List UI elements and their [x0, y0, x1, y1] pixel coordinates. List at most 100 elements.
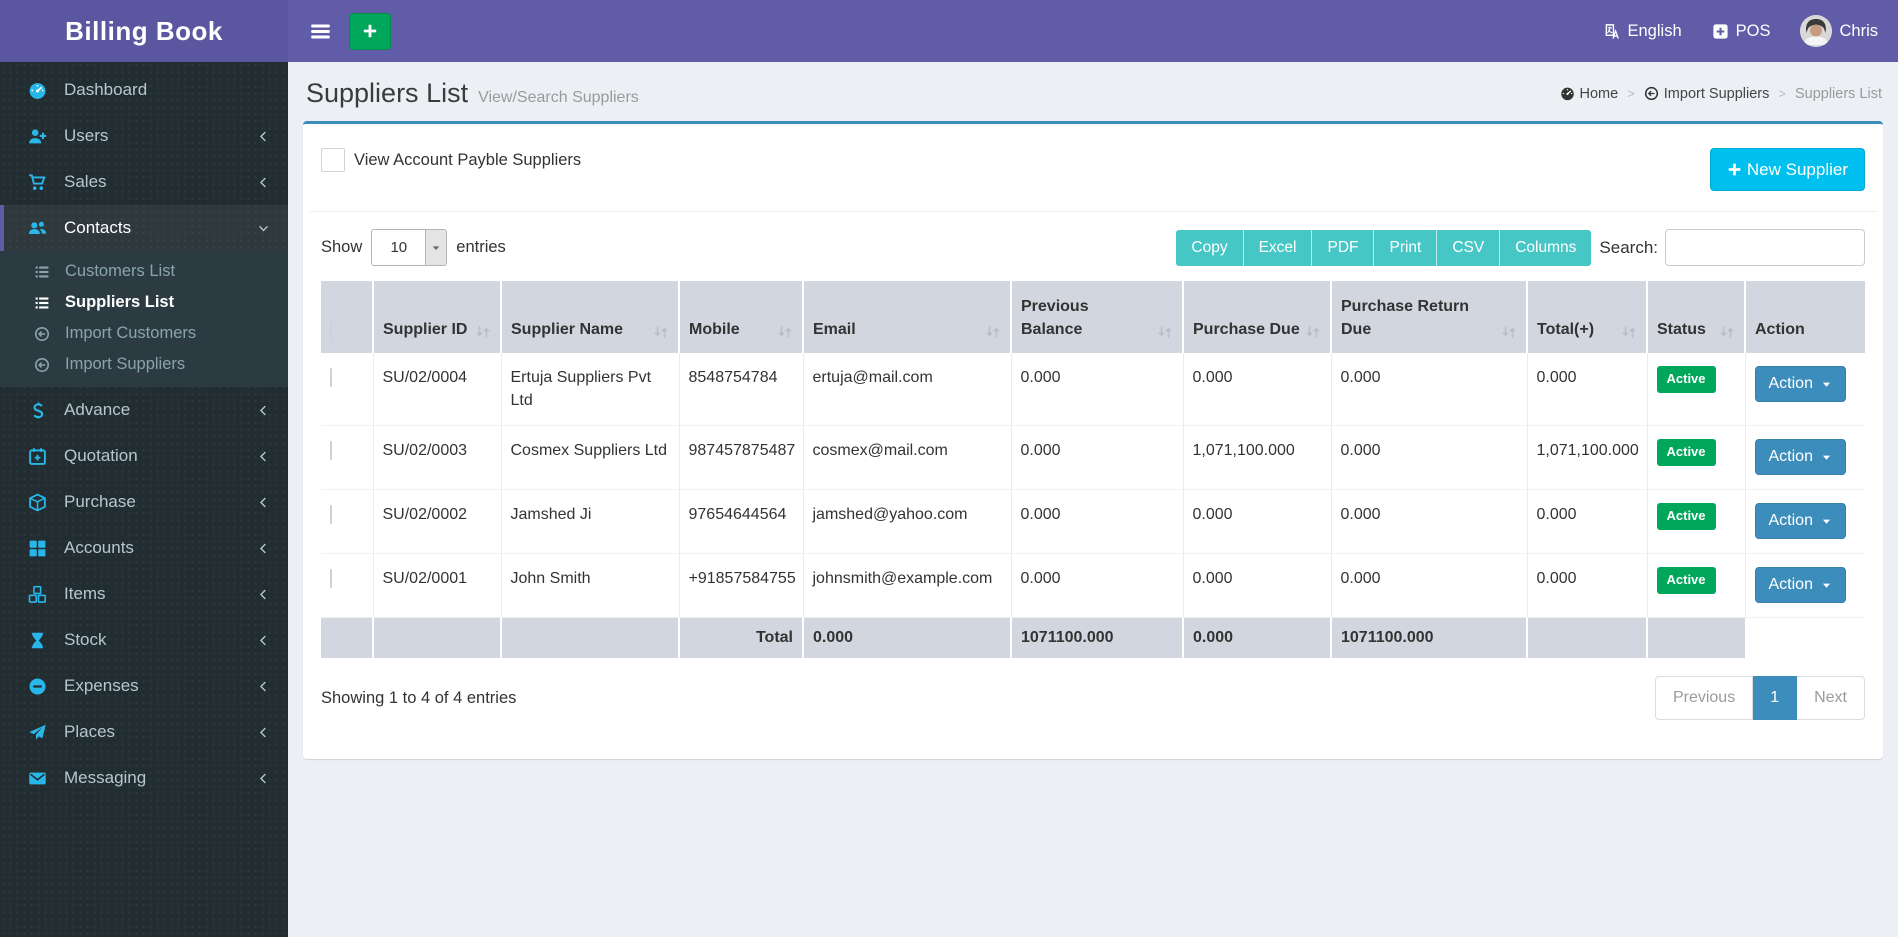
cell-action: Action	[1744, 553, 1865, 619]
sidebar-item-label: Purchase	[64, 492, 136, 511]
sidebar-item-label: Items	[64, 584, 106, 603]
action-button-label: Action	[1768, 512, 1813, 530]
column-header-action[interactable]: Action	[1744, 281, 1865, 353]
app-title: Billing Book	[65, 15, 223, 46]
cell-due: 0.000	[1182, 489, 1331, 555]
sort-icon[interactable]	[1157, 324, 1173, 340]
suppliers-table-wrap: Supplier ID Supplier Name Mobile Email Previ…	[315, 281, 1871, 659]
gauge-icon	[26, 81, 49, 100]
export-pdf-button[interactable]: PDF	[1311, 229, 1374, 266]
column-header-status[interactable]: Status	[1646, 281, 1745, 353]
sort-icon[interactable]	[475, 324, 491, 340]
sidebar-item-accounts[interactable]: Accounts	[0, 525, 288, 571]
search-input[interactable]	[1665, 229, 1865, 266]
sidebar-item-label: Sales	[64, 172, 107, 191]
pos-label: POS	[1735, 21, 1771, 40]
envelope-icon	[26, 769, 49, 788]
sort-icon[interactable]	[653, 324, 669, 340]
select-all-checkbox[interactable]	[330, 322, 332, 341]
chevron-left-icon	[257, 726, 270, 739]
row-select-cell	[321, 425, 373, 491]
language-menu[interactable]: English	[1604, 22, 1682, 41]
sidebar-item-sales[interactable]: Sales	[0, 159, 288, 205]
sidebar-item-items[interactable]: Items	[0, 571, 288, 617]
column-header-previous-balance[interactable]: Previous Balance	[1010, 281, 1183, 353]
footer-empty-cell	[1526, 617, 1647, 659]
column-header-purchase-return-due[interactable]: Purchase Return Due	[1330, 281, 1527, 353]
previous-page-button[interactable]: Previous	[1654, 676, 1754, 721]
sidebar-item-customers-list[interactable]: Customers List	[0, 256, 288, 287]
sort-icon[interactable]	[985, 324, 1001, 340]
sidebar-item-expenses[interactable]: Expenses	[0, 663, 288, 709]
row-checkbox[interactable]	[330, 505, 332, 525]
sort-icon[interactable]	[1501, 324, 1517, 340]
row-checkbox[interactable]	[330, 441, 332, 461]
table-row: SU/02/0001 John Smith +91857584755 johnsmit…	[321, 553, 1865, 619]
sidebar-item-contacts[interactable]: Contacts	[0, 205, 288, 251]
table-controls: Show 10 entries Copy Excel PDF Print CSV Colu…	[315, 212, 1871, 281]
sort-icon[interactable]	[1305, 324, 1321, 340]
cell-name: Ertuja Suppliers Pvt Ltd	[500, 353, 679, 427]
account-payable-label: View Account Payble Suppliers	[354, 151, 582, 169]
export-print-button[interactable]: Print	[1373, 229, 1437, 266]
chevron-left-icon	[257, 542, 270, 555]
pos-button[interactable]: POS	[1712, 21, 1771, 41]
plus-square-icon	[1712, 23, 1729, 40]
sidebar-item-places[interactable]: Places	[0, 709, 288, 755]
chevron-left-icon	[257, 680, 270, 693]
quick-add-button[interactable]	[349, 12, 391, 50]
sort-icon[interactable]	[1621, 324, 1637, 340]
sidebar-item-quotation[interactable]: Quotation	[0, 433, 288, 479]
account-payable-checkbox[interactable]	[321, 148, 345, 172]
sidebar-item-messaging[interactable]: Messaging	[0, 755, 288, 801]
column-header-mobile[interactable]: Mobile	[678, 281, 803, 353]
app-logo[interactable]: Billing Book	[0, 0, 288, 62]
cell-id: SU/02/0003	[372, 425, 501, 491]
sort-icon[interactable]	[1719, 324, 1735, 340]
table-head: Supplier ID Supplier Name Mobile Email Previ…	[321, 281, 1865, 353]
breadcrumb-import-suppliers[interactable]: Import Suppliers	[1644, 85, 1770, 102]
sidebar-item-import-suppliers[interactable]: Import Suppliers	[0, 349, 288, 380]
new-supplier-button[interactable]: New Supplier	[1709, 148, 1865, 191]
column-header-email[interactable]: Email	[802, 281, 1011, 353]
caret-down-icon	[425, 230, 447, 265]
breadcrumb-label: Import Suppliers	[1663, 85, 1770, 102]
breadcrumb-home[interactable]: Home	[1560, 86, 1618, 102]
dollar-icon	[26, 401, 49, 420]
cart-icon	[26, 173, 49, 192]
row-checkbox[interactable]	[330, 368, 332, 387]
table-row: SU/02/0003 Cosmex Suppliers Ltd 9874578754…	[321, 425, 1865, 491]
row-checkbox[interactable]	[330, 569, 332, 589]
user-menu[interactable]: Chris	[1800, 15, 1878, 47]
column-header-purchase-due[interactable]: Purchase Due	[1182, 281, 1331, 353]
export-columns-button[interactable]: Columns	[1499, 229, 1592, 266]
footer-total-due: 1071100.000	[1010, 617, 1183, 659]
action-button[interactable]: Action	[1754, 366, 1846, 402]
sidebar-item-import-customers[interactable]: Import Customers	[0, 318, 288, 349]
sidebar-item-label: Places	[64, 722, 116, 741]
sidebar-item-purchase[interactable]: Purchase	[0, 479, 288, 525]
next-page-button[interactable]: Next	[1797, 676, 1865, 721]
page-size-select[interactable]: 10	[371, 229, 448, 266]
action-button[interactable]: Action	[1754, 567, 1846, 604]
column-header-supplier-name[interactable]: Supplier Name	[500, 281, 679, 353]
sidebar-item-dashboard[interactable]: Dashboard	[0, 67, 288, 113]
export-csv-button[interactable]: CSV	[1436, 229, 1500, 266]
export-excel-button[interactable]: Excel	[1242, 229, 1312, 266]
cell-status: Active	[1646, 353, 1745, 427]
search-label: Search:	[1599, 237, 1658, 257]
export-copy-button[interactable]: Copy	[1176, 229, 1243, 266]
page-1-button[interactable]: 1	[1753, 676, 1798, 721]
action-button[interactable]: Action	[1754, 503, 1846, 540]
sidebar-item-stock[interactable]: Stock	[0, 617, 288, 663]
sort-icon[interactable]	[777, 324, 793, 340]
sidebar-item-suppliers-list[interactable]: Suppliers List	[0, 287, 288, 318]
action-button[interactable]: Action	[1754, 439, 1846, 476]
column-header-supplier-id[interactable]: Supplier ID	[372, 281, 501, 353]
sidebar-toggle-icon[interactable]	[304, 15, 337, 48]
sidebar-item-users[interactable]: Users	[0, 113, 288, 159]
minus-circle-icon	[26, 677, 49, 696]
column-header-total[interactable]: Total(+)	[1526, 281, 1647, 353]
page-size-control: Show 10 entries	[321, 229, 506, 266]
sidebar-item-advance[interactable]: Advance	[0, 387, 288, 433]
